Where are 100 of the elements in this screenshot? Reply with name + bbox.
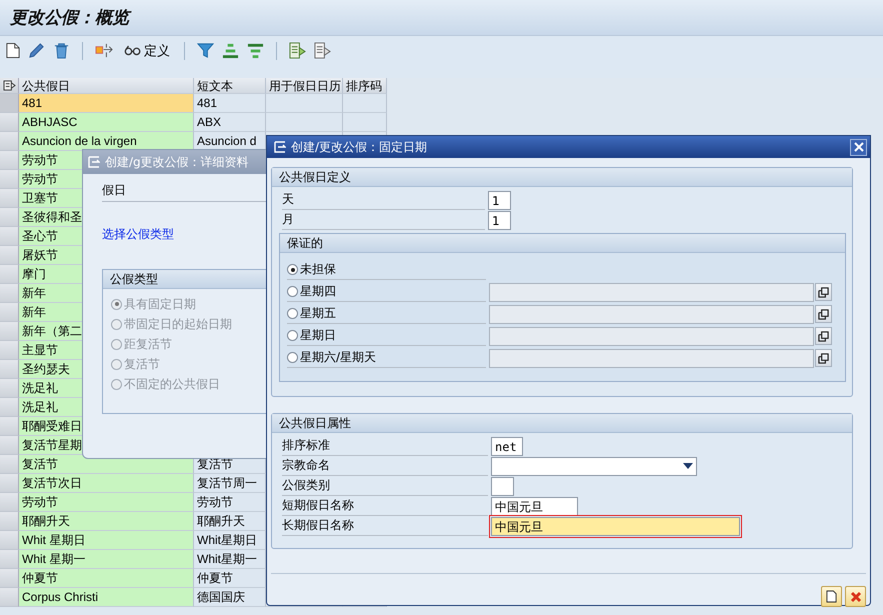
- define-button[interactable]: 定义: [122, 42, 172, 60]
- field-label: 公假类别: [282, 476, 488, 496]
- table-cell: ABX: [194, 113, 266, 132]
- copy-icon: [818, 330, 829, 342]
- move-arrows-icon[interactable]: [95, 42, 114, 59]
- input-field[interactable]: net: [491, 436, 523, 456]
- close-icon: [854, 142, 864, 152]
- copy-button[interactable]: [815, 349, 832, 367]
- table-cell: ABHJASC: [19, 113, 194, 132]
- row-selector[interactable]: [0, 189, 19, 208]
- row-selector[interactable]: [0, 170, 19, 189]
- new-document-button[interactable]: [821, 586, 842, 607]
- input-field[interactable]: [491, 476, 514, 496]
- radio-button[interactable]: [287, 308, 298, 319]
- row-selector[interactable]: [0, 151, 19, 170]
- row-selector[interactable]: [0, 113, 19, 132]
- copy-button[interactable]: [815, 327, 832, 345]
- pencil-icon[interactable]: [28, 42, 45, 59]
- dropdown-field[interactable]: [491, 456, 697, 476]
- row-selector[interactable]: [0, 132, 19, 151]
- export-document-icon[interactable]: [314, 42, 331, 59]
- dialog-title: 创建/更改公假：固定日期: [291, 138, 428, 156]
- table-cell: 德国国庆: [194, 588, 266, 607]
- table-cell: 耶酮升天: [194, 512, 266, 531]
- column-header[interactable]: 短文本: [194, 78, 266, 94]
- input-field[interactable]: 中国元旦: [491, 496, 578, 516]
- radio-button[interactable]: [287, 330, 298, 341]
- table-cell: [343, 94, 387, 113]
- table-cell: 481: [194, 94, 266, 113]
- field-label: 短期假日名称: [282, 496, 488, 516]
- new-document-icon[interactable]: [6, 42, 20, 59]
- row-selector[interactable]: [0, 512, 19, 531]
- row-selector[interactable]: [0, 379, 19, 398]
- table-cell: 复活节周一: [194, 474, 266, 493]
- glasses-icon: [124, 45, 142, 56]
- copy-button[interactable]: [815, 283, 832, 301]
- field-label: 天: [282, 190, 485, 210]
- group-title: 公共假日属性: [272, 414, 852, 433]
- table-cell: 劳动节: [194, 493, 266, 512]
- row-selector[interactable]: [0, 284, 19, 303]
- option-label: 未担保: [300, 261, 336, 278]
- row-selector[interactable]: [0, 341, 19, 360]
- table-cell: [343, 113, 387, 132]
- radio-button[interactable]: [287, 264, 298, 275]
- column-header[interactable]: 用于假日日历: [266, 78, 343, 94]
- row-selector[interactable]: [0, 265, 19, 284]
- row-selector[interactable]: [0, 398, 19, 417]
- sort-descending-icon[interactable]: [247, 42, 264, 59]
- copy-icon: [818, 308, 829, 320]
- row-selector[interactable]: [0, 493, 19, 512]
- field-label: 月: [282, 210, 485, 230]
- option-label: 星期四: [300, 283, 336, 300]
- row-selector[interactable]: [0, 455, 19, 474]
- row-selector[interactable]: [0, 569, 19, 588]
- table-cell: 仲夏节: [19, 569, 194, 588]
- row-selector[interactable]: [0, 360, 19, 379]
- export-list-icon[interactable]: [289, 42, 306, 59]
- link[interactable]: 选择公假类型: [102, 227, 174, 241]
- column-header[interactable]: 排序码: [343, 78, 387, 94]
- row-selector[interactable]: [0, 227, 19, 246]
- input-field[interactable]: 中国元旦: [491, 516, 740, 536]
- group-title: 公共假日定义: [272, 168, 852, 187]
- column-settings-icon[interactable]: [2, 80, 16, 91]
- radio-button[interactable]: [287, 352, 298, 363]
- field-label: 宗教命名: [282, 456, 488, 476]
- row-selector[interactable]: [0, 550, 19, 569]
- table-cell: 复活节次日: [19, 474, 194, 493]
- table-cell: 耶酮升天: [19, 512, 194, 531]
- option-label: 星期六/星期天: [300, 349, 376, 366]
- row-selector[interactable]: [0, 246, 19, 265]
- cancel-icon: [850, 590, 862, 602]
- table-cell: Whit星期日: [194, 531, 266, 550]
- copy-icon: [818, 286, 829, 298]
- row-selector[interactable]: [0, 417, 19, 436]
- trash-icon[interactable]: [53, 42, 70, 59]
- filter-icon[interactable]: [197, 42, 214, 59]
- input-field[interactable]: 1: [488, 190, 511, 210]
- row-selector[interactable]: [0, 531, 19, 550]
- row-selector[interactable]: [0, 303, 19, 322]
- table-cell: Asuncion de la virgen: [19, 132, 194, 151]
- copy-button[interactable]: [815, 305, 832, 323]
- row-selector[interactable]: [0, 588, 19, 607]
- copy-icon: [818, 352, 829, 364]
- row-selector[interactable]: [0, 208, 19, 227]
- field-label: 排序标准: [282, 436, 488, 456]
- table-cell: Whit 星期一: [19, 550, 194, 569]
- close-button[interactable]: [850, 138, 867, 156]
- sort-ascending-icon[interactable]: [222, 42, 239, 59]
- row-selector[interactable]: [0, 322, 19, 341]
- input-field[interactable]: 1: [488, 210, 511, 230]
- cancel-button[interactable]: [845, 586, 866, 607]
- document-icon: [826, 590, 837, 603]
- row-selector[interactable]: [0, 436, 19, 455]
- table-cell: 仲夏节: [194, 569, 266, 588]
- radio-button[interactable]: [287, 286, 298, 297]
- column-header[interactable]: 公共假日: [19, 78, 194, 94]
- caret-icon: [683, 463, 693, 469]
- table-cell: 481: [19, 94, 194, 113]
- row-selector[interactable]: [0, 474, 19, 493]
- field-label: 长期假日名称: [282, 516, 488, 536]
